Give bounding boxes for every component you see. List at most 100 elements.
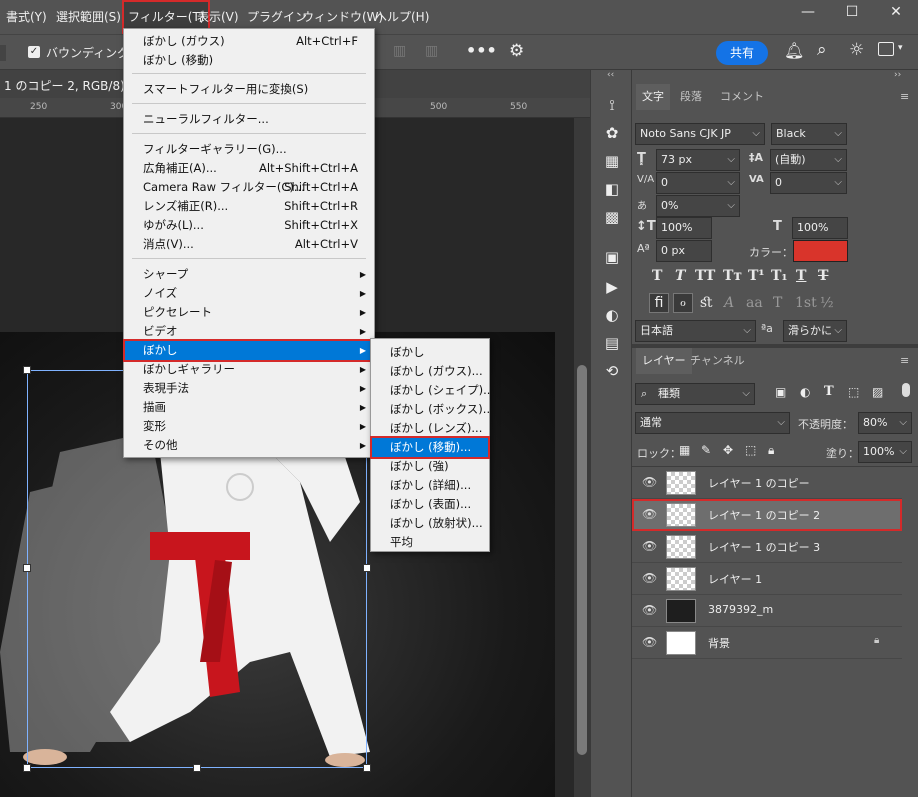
tab-channels[interactable]: チャンネル: [684, 348, 751, 374]
filter-toggle[interactable]: [902, 383, 910, 397]
blur-submenu-item[interactable]: 平均: [371, 533, 489, 552]
layer-row[interactable]: 👁︎ レイヤー 1 のコピー 3: [632, 531, 902, 563]
filter-shape-icon[interactable]: ⬚: [848, 385, 859, 399]
layer-row[interactable]: 👁︎ レイヤー 1 のコピー: [632, 467, 902, 499]
leading-field[interactable]: (自動) ⌵: [770, 149, 847, 171]
filter-menu-item[interactable]: 表現手法 ▶: [124, 379, 374, 398]
menu-select[interactable]: 選択範囲(S): [56, 0, 121, 34]
close-button[interactable]: ✕: [876, 0, 916, 24]
faux-italic-icon[interactable]: T: [675, 268, 685, 284]
filter-menu-item[interactable]: ぼかし (移動): [124, 51, 374, 70]
blur-submenu-item[interactable]: ぼかし (詳細)...: [371, 476, 489, 495]
layer-row[interactable]: 👁︎ 3879392_m: [632, 595, 902, 627]
font-style-select[interactable]: Black ⌵: [771, 123, 847, 145]
tracking-field[interactable]: 0 ⌵: [770, 172, 847, 194]
filter-menu-item[interactable]: 消点(V)... Alt+Ctrl+V: [124, 235, 374, 254]
filter-adjustment-icon[interactable]: ◐: [800, 385, 810, 399]
blur-submenu-item[interactable]: ぼかし (シェイプ)...: [371, 381, 494, 400]
tsume-field[interactable]: 0% ⌵: [656, 195, 740, 217]
blur-submenu-item[interactable]: ぼかし (放射状)...: [371, 514, 489, 533]
blur-submenu-item[interactable]: ぼかし (表面)...: [371, 495, 489, 514]
workspace-icon[interactable]: [878, 42, 894, 56]
maximize-button[interactable]: ☐: [832, 0, 872, 24]
transform-handle[interactable]: [23, 764, 31, 772]
small-caps-icon[interactable]: Tт: [723, 268, 742, 284]
font-family-select[interactable]: Noto Sans CJK JP ⌵: [635, 123, 765, 145]
share-button[interactable]: 共有: [716, 41, 768, 65]
more-icon[interactable]: •••: [466, 41, 497, 60]
transform-handle[interactable]: [23, 564, 31, 572]
filter-menu-item[interactable]: ぼかしギャラリー ▶: [124, 360, 374, 379]
bulb-icon[interactable]: ☼: [849, 40, 864, 60]
panel-menu-icon[interactable]: ≡: [900, 354, 909, 367]
discretionary-ligature-icon[interactable]: ℴ: [673, 293, 693, 313]
visibility-eye-icon[interactable]: 👁︎: [642, 475, 657, 489]
lock-all-icon[interactable]: 🔒︎: [768, 443, 774, 458]
underline-icon[interactable]: T: [796, 268, 806, 284]
align-icon[interactable]: ▥: [393, 43, 407, 61]
distribute-icon[interactable]: ▥: [425, 43, 439, 61]
lock-transparent-icon[interactable]: ▦: [679, 443, 690, 457]
filter-menu-item[interactable]: 変形 ▶: [124, 417, 374, 436]
filter-smartobject-icon[interactable]: ▨: [872, 385, 883, 399]
kerning-field[interactable]: 0 ⌵: [656, 172, 740, 194]
filter-menu-item[interactable]: ノイズ ▶: [124, 284, 374, 303]
fill-field[interactable]: 100% ⌵: [858, 441, 912, 463]
filter-menu-item[interactable]: ゆがみ(L)... Shift+Ctrl+X: [124, 216, 374, 235]
gradient-icon[interactable]: ◧: [601, 178, 623, 200]
layer-row[interactable]: 👁︎ レイヤー 1: [632, 563, 902, 595]
ordinals-icon[interactable]: 1st: [795, 295, 817, 311]
blur-submenu-item[interactable]: ぼかし (ボックス)...: [371, 400, 494, 419]
transform-handle[interactable]: [363, 564, 371, 572]
pattern-icon[interactable]: ▩: [601, 206, 623, 228]
subscript-icon[interactable]: T₁: [771, 268, 788, 284]
all-caps-icon[interactable]: TT: [695, 268, 715, 284]
menu-type[interactable]: 書式(Y): [6, 0, 47, 34]
titling-alternates-icon[interactable]: T: [773, 295, 782, 311]
fractions-icon[interactable]: ½: [820, 295, 834, 311]
transform-handle[interactable]: [193, 764, 201, 772]
blur-submenu-item[interactable]: ぼかし (ガウス)...: [371, 362, 489, 381]
swash-icon[interactable]: A: [724, 295, 734, 311]
filter-menu-item[interactable]: ぼかし (ガウス) Alt+Ctrl+F: [124, 32, 374, 51]
superscript-icon[interactable]: T¹: [748, 268, 765, 284]
adjust-icon[interactable]: ◐: [601, 304, 623, 326]
language-select[interactable]: 日本語 ⌵: [635, 320, 756, 342]
layer-filter-select[interactable]: ⌕ 種類 ⌵: [635, 383, 755, 405]
lock-move-icon[interactable]: ✥: [723, 443, 733, 457]
filter-menu-item[interactable]: 広角補正(A)... Alt+Shift+Ctrl+A: [124, 159, 374, 178]
font-size-field[interactable]: 73 px ⌵: [656, 149, 740, 171]
filter-menu-item[interactable]: 描画 ▶: [124, 398, 374, 417]
antialias-select[interactable]: 滑らかに ⌵: [783, 320, 847, 342]
play-icon[interactable]: ▶: [601, 276, 623, 298]
blur-submenu-item[interactable]: ぼかし (強): [371, 457, 489, 476]
palette-icon[interactable]: ✿: [601, 122, 623, 144]
visibility-eye-icon[interactable]: 👁︎: [642, 571, 657, 585]
tab-character[interactable]: 文字: [636, 84, 670, 110]
st-ligature-icon[interactable]: ﬆ: [700, 295, 713, 311]
bounding-checkbox[interactable]: ✓: [28, 46, 40, 58]
ligature-icon[interactable]: fi: [649, 293, 669, 313]
filter-menu-item[interactable]: ピクセレート ▶: [124, 303, 374, 322]
search-icon[interactable]: ⌕: [817, 40, 827, 60]
strikethrough-icon[interactable]: T: [818, 268, 828, 284]
menu-help[interactable]: ヘルプ(H): [375, 0, 429, 34]
opacity-field[interactable]: 80% ⌵: [858, 412, 912, 434]
path-icon[interactable]: ⟟: [601, 94, 623, 116]
minimize-button[interactable]: —: [788, 0, 828, 24]
layer-row-selected[interactable]: 👁︎ レイヤー 1 のコピー 2: [632, 499, 902, 531]
blend-mode-select[interactable]: 通常 ⌵: [635, 412, 790, 434]
transform-handle[interactable]: [363, 764, 371, 772]
filter-menu-item[interactable]: Camera Raw フィルター(C)... Shift+Ctrl+A: [124, 178, 374, 197]
transform-handle[interactable]: [23, 366, 31, 374]
filter-type-icon[interactable]: T: [824, 384, 834, 399]
filter-menu-item[interactable]: ニューラルフィルター...: [124, 110, 374, 129]
gear-icon[interactable]: ⚙: [509, 41, 524, 61]
grid-icon[interactable]: ▦: [601, 150, 623, 172]
bell-icon[interactable]: 🔔︎: [784, 41, 804, 60]
vertical-scale-field[interactable]: 100%: [656, 217, 712, 239]
faux-bold-icon[interactable]: T: [652, 268, 662, 284]
filter-menu-item[interactable]: スマートフィルター用に変換(S): [124, 80, 374, 99]
layer-row[interactable]: 👁︎ 背景 🔒︎: [632, 627, 902, 659]
collapse-icon[interactable]: ››: [894, 70, 901, 80]
